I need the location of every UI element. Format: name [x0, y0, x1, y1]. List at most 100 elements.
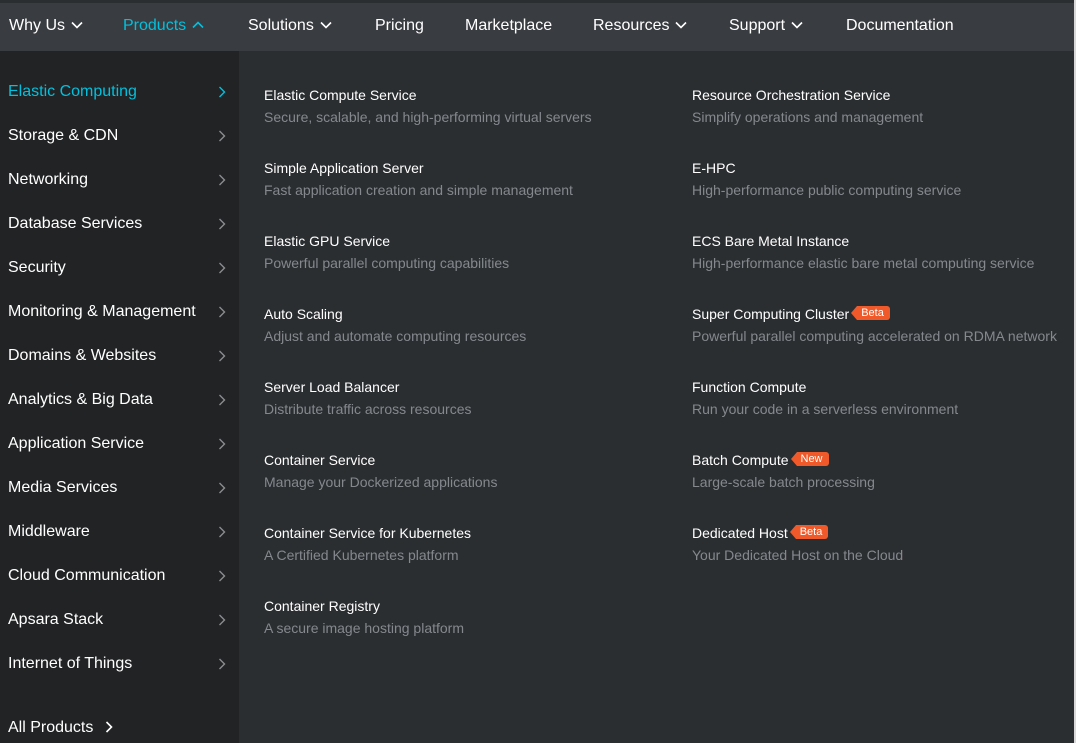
- sidebar-item-label: Elastic Computing: [8, 83, 137, 100]
- product-name: Function Compute: [692, 379, 807, 395]
- product-container-service-kubernetes[interactable]: Container Service for Kubernetes A Certi…: [264, 524, 664, 574]
- product-e-hpc[interactable]: E-HPC High-performance public computing …: [692, 159, 1072, 209]
- product-server-load-balancer[interactable]: Server Load Balancer Distribute traffic …: [264, 378, 664, 428]
- product-description: Large-scale batch processing: [692, 474, 875, 490]
- nav-label: Why Us: [9, 17, 65, 34]
- all-products-link[interactable]: All Products: [8, 715, 114, 741]
- chevron-right-icon: [218, 394, 226, 406]
- sidebar-item-internet-of-things[interactable]: Internet of Things: [0, 642, 239, 686]
- chevron-right-icon: [218, 658, 226, 670]
- nav-marketplace[interactable]: Marketplace: [465, 3, 552, 51]
- product-name: Server Load Balancer: [264, 379, 400, 395]
- chevron-right-icon: [218, 482, 226, 494]
- product-container-registry[interactable]: Container Registry A secure image hostin…: [264, 597, 664, 647]
- sidebar-item-label: Storage & CDN: [8, 127, 119, 144]
- sidebar-item-label: Cloud Communication: [8, 567, 166, 584]
- product-batch-compute[interactable]: Batch Compute New Large-scale batch proce…: [692, 451, 1072, 501]
- category-sidebar: Elastic Computing Storage & CDN Networki…: [0, 51, 239, 743]
- sidebar-item-label: Security: [8, 259, 66, 276]
- sidebar-item-security[interactable]: Security: [0, 246, 239, 290]
- product-description: A secure image hosting platform: [264, 620, 464, 636]
- product-name: Resource Orchestration Service: [692, 87, 891, 103]
- nav-why-us[interactable]: Why Us: [9, 3, 83, 51]
- nav-label: Resources: [593, 17, 670, 34]
- nav-documentation[interactable]: Documentation: [846, 3, 954, 51]
- sidebar-item-label: Middleware: [8, 523, 90, 540]
- product-description: Manage your Dockerized applications: [264, 474, 498, 490]
- chevron-up-icon: [192, 21, 204, 29]
- product-description: Run your code in a serverless environmen…: [692, 401, 959, 417]
- chevron-right-icon: [218, 570, 226, 582]
- product-container-service[interactable]: Container Service Manage your Dockerized…: [264, 451, 664, 501]
- nav-label: Marketplace: [465, 17, 553, 34]
- chevron-right-icon: [218, 174, 226, 186]
- product-simple-application-server[interactable]: Simple Application Server Fast applicati…: [264, 159, 664, 209]
- sidebar-item-analytics-big-data[interactable]: Analytics & Big Data: [0, 378, 239, 422]
- chevron-down-icon: [675, 21, 688, 29]
- chevron-right-icon: [218, 262, 226, 274]
- chevron-right-icon: [218, 130, 226, 142]
- product-name: Dedicated Host: [692, 525, 788, 541]
- sidebar-item-middleware[interactable]: Middleware: [0, 510, 239, 554]
- sidebar-item-label: Internet of Things: [8, 655, 133, 672]
- nav-support[interactable]: Support: [729, 3, 803, 51]
- product-elastic-gpu-service[interactable]: Elastic GPU Service Powerful parallel co…: [264, 232, 664, 282]
- sidebar-item-networking[interactable]: Networking: [0, 158, 239, 202]
- sidebar-item-storage-cdn[interactable]: Storage & CDN: [0, 114, 239, 158]
- nav-products[interactable]: Products: [123, 3, 204, 51]
- top-navigation-bar: Why Us Products Solutions Pricing Market…: [0, 3, 1074, 51]
- product-description: Powerful parallel computing capabilities: [264, 255, 510, 271]
- chevron-down-icon: [320, 21, 332, 29]
- chevron-right-icon: [218, 350, 226, 362]
- product-elastic-compute-service[interactable]: Elastic Compute Service Secure, scalable…: [264, 86, 664, 136]
- product-function-compute[interactable]: Function Compute Run your code in a serv…: [692, 378, 1072, 428]
- product-description: Fast application creation and simple man…: [264, 182, 573, 198]
- product-name: Container Service: [264, 452, 376, 468]
- sidebar-item-media-services[interactable]: Media Services: [0, 466, 239, 510]
- chevron-right-icon: [218, 526, 226, 538]
- chevron-right-icon: [218, 614, 226, 626]
- product-dedicated-host[interactable]: Dedicated Host Beta Your Dedicated Host o…: [692, 524, 1072, 574]
- sidebar-item-label: Monitoring & Management: [8, 303, 196, 320]
- product-name: Batch Compute: [692, 452, 789, 468]
- product-description: Your Dedicated Host on the Cloud: [692, 547, 904, 563]
- nav-resources[interactable]: Resources: [593, 3, 688, 51]
- product-description: High-performance public computing servic…: [692, 182, 962, 198]
- chevron-right-icon: [218, 438, 226, 450]
- sidebar-item-label: Apsara Stack: [8, 611, 104, 628]
- product-name: E-HPC: [692, 160, 736, 176]
- sidebar-item-cloud-communication[interactable]: Cloud Communication: [0, 554, 239, 598]
- new-badge: New: [790, 452, 829, 466]
- product-name: Container Service for Kubernetes: [264, 525, 471, 541]
- chevron-right-icon: [218, 86, 226, 98]
- sidebar-item-database-services[interactable]: Database Services: [0, 202, 239, 246]
- nav-label: Support: [729, 17, 786, 34]
- product-description: Distribute traffic across resources: [264, 401, 472, 417]
- sidebar-item-apsara-stack[interactable]: Apsara Stack: [0, 598, 239, 642]
- sidebar-item-application-service[interactable]: Application Service: [0, 422, 239, 466]
- product-name: Super Computing Cluster: [692, 306, 850, 322]
- sidebar-item-monitoring-management[interactable]: Monitoring & Management: [0, 290, 239, 334]
- chevron-down-icon: [791, 21, 803, 29]
- sidebar-item-label: Media Services: [8, 479, 118, 496]
- product-name: Elastic Compute Service: [264, 87, 417, 103]
- product-name: Elastic GPU Service: [264, 233, 391, 249]
- nav-label: Documentation: [846, 17, 954, 34]
- nav-label: Solutions: [248, 17, 314, 34]
- sidebar-item-label: Database Services: [8, 215, 143, 232]
- product-super-computing-cluster[interactable]: Super Computing Cluster Beta Powerful par…: [692, 305, 1072, 355]
- product-auto-scaling[interactable]: Auto Scaling Adjust and automate computi…: [264, 305, 664, 355]
- product-resource-orchestration-service[interactable]: Resource Orchestration Service Simplify …: [692, 86, 1072, 136]
- product-list-panel: Elastic Compute Service Secure, scalable…: [239, 51, 1076, 743]
- sidebar-item-label: Analytics & Big Data: [8, 391, 153, 408]
- nav-pricing[interactable]: Pricing: [375, 3, 424, 51]
- product-ecs-bare-metal-instance[interactable]: ECS Bare Metal Instance High-performance…: [692, 232, 1072, 282]
- nav-solutions[interactable]: Solutions: [248, 3, 332, 51]
- product-description: Powerful parallel computing accelerated …: [692, 328, 1057, 344]
- chevron-down-icon: [71, 21, 83, 29]
- product-description: A Certified Kubernetes platform: [264, 547, 459, 563]
- sidebar-item-domains-websites[interactable]: Domains & Websites: [0, 334, 239, 378]
- product-description: Adjust and automate computing resources: [264, 328, 527, 344]
- sidebar-item-elastic-computing[interactable]: Elastic Computing: [0, 70, 239, 114]
- products-mega-menu: Why Us Products Solutions Pricing Market…: [0, 0, 1076, 743]
